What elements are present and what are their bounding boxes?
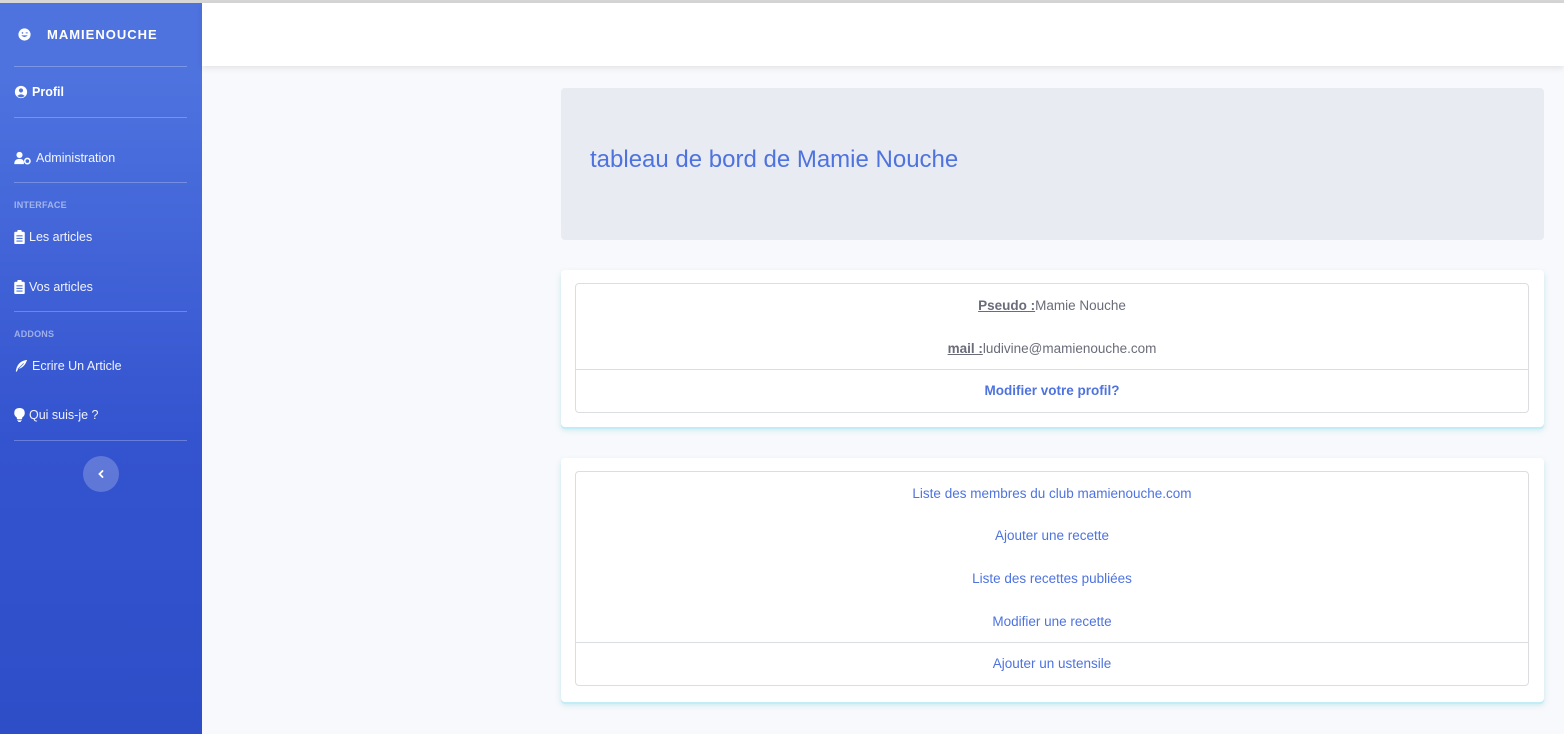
list-item: Modifier une recette	[576, 614, 1528, 629]
sidebar-item-label: Profil	[32, 85, 64, 99]
add-recipe-link[interactable]: Ajouter une recette	[995, 528, 1109, 543]
brand-name: MAMIENOUCHE	[47, 27, 158, 42]
sidebar-toggle-button[interactable]	[83, 456, 119, 492]
topbar	[202, 3, 1564, 66]
sidebar-item-profil[interactable]: Profil	[14, 85, 64, 99]
sidebar: MAMIENOUCHE Profil Administration INTERF…	[0, 3, 202, 734]
user-circle-icon	[14, 85, 28, 99]
published-recipes-link[interactable]: Liste des recettes publiées	[972, 571, 1132, 586]
add-utensil-link[interactable]: Ajouter un ustensile	[993, 656, 1112, 671]
clipboard-list-icon	[14, 280, 25, 294]
user-cog-icon	[14, 151, 31, 165]
sidebar-item-label: Vos articles	[29, 280, 93, 294]
sidebar-heading-interface: INTERFACE	[14, 200, 67, 210]
pseudo-label: Pseudo :	[978, 298, 1036, 313]
laugh-wink-icon	[18, 28, 31, 41]
list-item: Liste des recettes publiées	[576, 571, 1528, 586]
mail-value: ludivine@mamienouche.com	[982, 341, 1157, 356]
sidebar-divider	[14, 440, 187, 441]
sidebar-item-vos-articles[interactable]: Vos articles	[14, 280, 93, 294]
sidebar-item-administration[interactable]: Administration	[14, 151, 115, 165]
sidebar-item-ecrire-article[interactable]: Ecrire Un Article	[14, 359, 122, 373]
sidebar-item-label: Ecrire Un Article	[32, 359, 122, 373]
clipboard-list-icon	[14, 230, 25, 244]
members-list-link[interactable]: Liste des membres du club mamienouche.co…	[912, 486, 1191, 501]
profile-card: Pseudo :Mamie Nouche mail :ludivine@mami…	[561, 270, 1544, 427]
edit-profile-row: Modifier votre profil?	[576, 383, 1528, 398]
pseudo-row: Pseudo :Mamie Nouche	[576, 298, 1528, 313]
list-item: Ajouter un ustensile	[576, 656, 1528, 671]
sidebar-divider	[14, 66, 187, 67]
lightbulb-icon	[14, 408, 25, 422]
mail-row: mail :ludivine@mamienouche.com	[576, 341, 1528, 356]
sidebar-item-label: Qui suis-je ?	[29, 408, 99, 422]
sidebar-item-qui-suis-je[interactable]: Qui suis-je ?	[14, 408, 98, 422]
actions-card-body: Liste des membres du club mamienouche.co…	[575, 471, 1529, 686]
sidebar-brand[interactable]: MAMIENOUCHE	[0, 3, 202, 66]
dashboard-header: tableau de bord de Mamie Nouche	[561, 88, 1544, 240]
edit-recipe-link[interactable]: Modifier une recette	[992, 614, 1111, 629]
mail-label: mail :	[947, 341, 983, 356]
sidebar-divider	[14, 311, 187, 312]
card-divider	[576, 369, 1528, 370]
sidebar-item-label: Administration	[36, 151, 116, 165]
sidebar-item-label: Les articles	[29, 230, 93, 244]
feather-icon	[15, 359, 28, 372]
edit-profile-link[interactable]: Modifier votre profil?	[985, 383, 1120, 398]
card-divider	[576, 642, 1528, 643]
sidebar-item-les-articles[interactable]: Les articles	[14, 230, 92, 244]
profile-card-body: Pseudo :Mamie Nouche mail :ludivine@mami…	[575, 283, 1529, 413]
page: MAMIENOUCHE Profil Administration INTERF…	[0, 0, 1564, 734]
actions-card: Liste des membres du club mamienouche.co…	[561, 458, 1544, 702]
sidebar-divider	[14, 182, 187, 183]
chevron-left-icon	[98, 470, 104, 478]
sidebar-divider	[14, 117, 187, 118]
page-title: tableau de bord de Mamie Nouche	[590, 146, 959, 173]
sidebar-heading-addons: ADDONS	[14, 329, 55, 339]
list-item: Liste des membres du club mamienouche.co…	[576, 486, 1528, 501]
pseudo-value: Mamie Nouche	[1035, 298, 1126, 313]
list-item: Ajouter une recette	[576, 528, 1528, 543]
